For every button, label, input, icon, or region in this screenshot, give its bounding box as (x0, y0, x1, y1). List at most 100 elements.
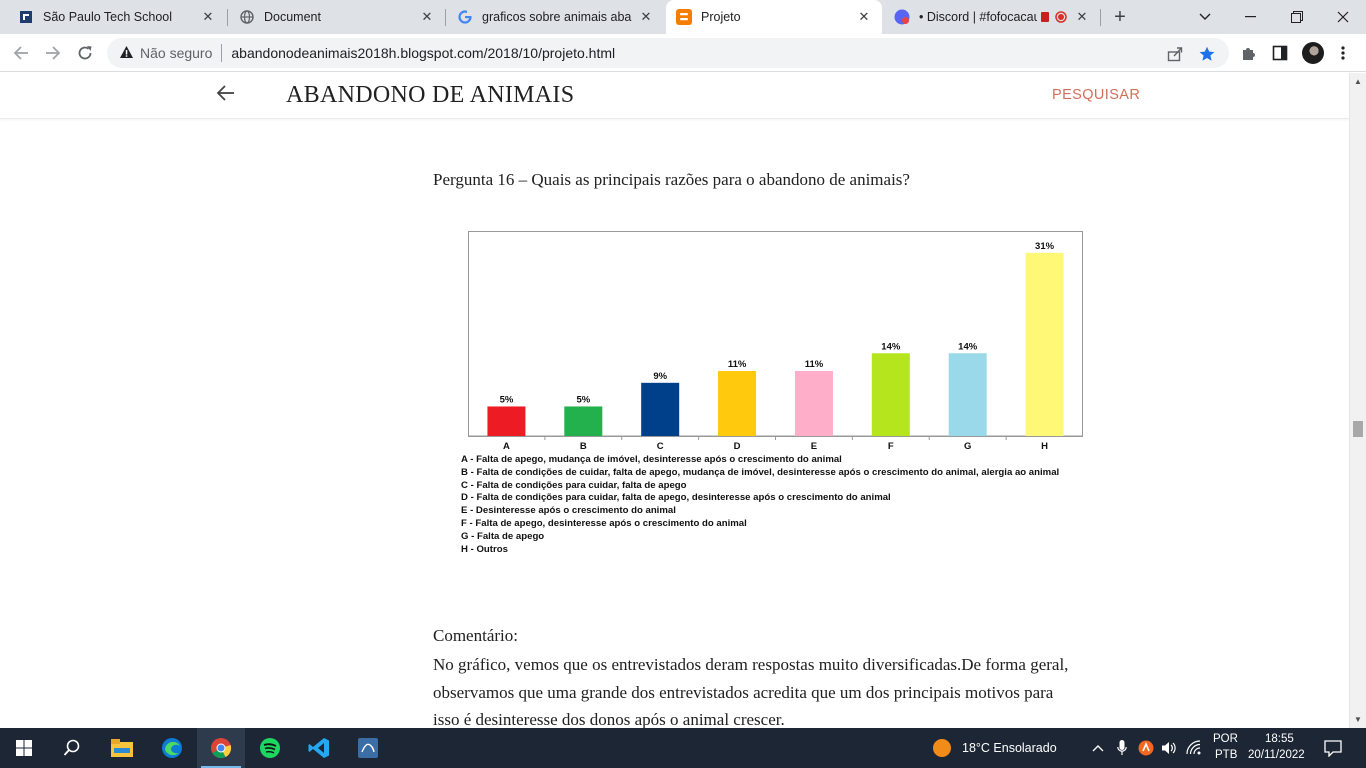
blogger-icon (676, 9, 692, 25)
google-icon (457, 9, 473, 25)
bar-d (718, 371, 757, 436)
minimize-button[interactable] (1228, 0, 1274, 34)
tab-title: São Paulo Tech School (43, 10, 173, 24)
legend-item: G - Falta de apego (461, 530, 545, 542)
bar-e (794, 371, 833, 436)
close-tab-icon[interactable]: ✕ (200, 9, 216, 25)
extensions-puzzle-icon[interactable] (1238, 43, 1258, 63)
bar-value-label: 5% (500, 394, 514, 405)
microphone-icon[interactable] (1114, 740, 1130, 756)
scroll-up-arrow-icon[interactable]: ▲ (1354, 77, 1362, 86)
blog-header: ABANDONO DE ANIMAIS PESQUISAR (0, 73, 1349, 119)
tab-divider (445, 9, 446, 26)
bar-value-label: 11% (805, 359, 824, 370)
clock-time[interactable]: 18:55 (1265, 733, 1294, 745)
bar-f (871, 353, 910, 436)
category-label: B (580, 441, 587, 452)
bar-value-label: 31% (1035, 241, 1055, 252)
restore-button[interactable] (1274, 0, 1320, 34)
weather-text[interactable]: 18°C Ensolarado (962, 741, 1057, 755)
globe-icon (239, 9, 255, 25)
bookmark-star-icon[interactable] (1197, 44, 1217, 64)
bar-chart: 5% A 5% B 9% C 11% D 11% E 14% F 14% G 31% H (468, 241, 1083, 452)
edge-browser-icon[interactable] (148, 728, 196, 768)
close-tab-icon[interactable]: ✕ (1074, 9, 1090, 25)
legend-item: H - Outros (461, 543, 508, 555)
vscode-icon[interactable] (295, 728, 343, 768)
tab-title: Projeto (701, 10, 741, 24)
tab-google-search[interactable]: graficos sobre animais abandonados ✕ (447, 0, 664, 34)
tab-strip: São Paulo Tech School ✕ Document ✕ grafi… (0, 0, 1366, 34)
category-label: C (657, 441, 664, 452)
menu-kebab-icon[interactable] (1333, 43, 1353, 63)
bar-h (1025, 252, 1064, 436)
security-label[interactable]: Não seguro (140, 45, 212, 61)
tab-title: Document (264, 10, 321, 24)
scroll-down-arrow-icon[interactable]: ▼ (1354, 715, 1362, 724)
category-label: D (734, 441, 741, 452)
bar-value-label: 11% (728, 359, 747, 370)
tab-projeto[interactable]: Projeto ✕ (666, 0, 882, 34)
legend-item: B - Falta de condições de cuidar, falta … (461, 466, 1060, 478)
question-heading: Pergunta 16 – Quais as principais razões… (433, 170, 910, 189)
spotify-icon[interactable] (246, 728, 294, 768)
speaker-volume-icon[interactable] (1161, 740, 1177, 756)
scroll-thumb[interactable] (1353, 421, 1363, 437)
weather-sun-icon[interactable] (931, 737, 953, 759)
show-hidden-icons-chevron-icon[interactable] (1090, 740, 1106, 756)
close-tab-icon[interactable]: ✕ (856, 9, 872, 25)
bar-value-label: 14% (958, 341, 978, 352)
bar-b (564, 406, 603, 436)
tab-sptech[interactable]: São Paulo Tech School ✕ (8, 0, 226, 34)
search-link[interactable]: PESQUISAR (1052, 87, 1140, 103)
warning-icon[interactable] (119, 45, 134, 62)
legend-item: F - Falta de apego, desinteresse após o … (461, 517, 747, 529)
avast-antivirus-icon[interactable] (1138, 740, 1154, 756)
bar-g (948, 353, 987, 436)
comment-title: Comentário: (433, 626, 518, 645)
category-label: A (503, 441, 510, 452)
forward-button[interactable] (41, 41, 65, 65)
bar-c (641, 382, 680, 436)
tab-discord[interactable]: • Discord | #fofocacau ✕ (884, 0, 1100, 34)
url-text[interactable]: abandonodeanimais2018h.blogspot.com/2018… (231, 45, 615, 61)
search-icon[interactable] (48, 728, 96, 768)
category-label: F (888, 441, 894, 452)
start-windows-icon[interactable] (0, 728, 48, 768)
legend-item: D - Falta de condições para cuidar, falt… (461, 492, 891, 504)
close-tab-icon[interactable]: ✕ (419, 9, 435, 25)
close-window-button[interactable] (1320, 0, 1366, 34)
tab-divider (1100, 9, 1101, 26)
legend-item: C - Falta de condições para cuidar, falt… (461, 479, 687, 491)
back-button[interactable] (9, 41, 33, 65)
profile-avatar[interactable] (1302, 42, 1324, 64)
bar-value-label: 14% (881, 341, 901, 352)
tab-title: • Discord | #fofocacau (919, 10, 1037, 24)
share-icon[interactable] (1165, 44, 1185, 64)
sptech-icon (18, 9, 34, 25)
file-explorer-icon[interactable] (98, 728, 146, 768)
language-indicator[interactable]: POR (1213, 733, 1238, 745)
close-tab-icon[interactable]: ✕ (638, 9, 654, 25)
chart-legend: A - Falta de apego, mudança de imóvel, d… (461, 454, 1059, 556)
discord-icon (894, 9, 910, 25)
bar-value-label: 9% (653, 371, 667, 382)
address-bar[interactable]: Não seguro abandonodeanimais2018h.blogsp… (107, 38, 1229, 68)
reload-button[interactable] (73, 41, 97, 65)
back-arrow-icon[interactable] (216, 83, 236, 109)
browser-toolbar: Não seguro abandonodeanimais2018h.blogsp… (0, 34, 1366, 72)
keyboard-layout-indicator[interactable]: PTB (1215, 749, 1237, 761)
new-tab-button[interactable]: + (1108, 5, 1132, 29)
tab-document[interactable]: Document ✕ (229, 0, 445, 34)
blog-title[interactable]: ABANDONO DE ANIMAIS (286, 82, 574, 109)
chrome-browser-icon[interactable] (197, 728, 245, 768)
wifi-network-icon[interactable] (1186, 740, 1202, 756)
notification-center-icon[interactable] (1324, 739, 1342, 757)
mysql-workbench-icon[interactable] (344, 728, 392, 768)
tab-divider (227, 9, 228, 26)
tab-search-chevron-icon[interactable] (1182, 0, 1228, 34)
clock-date[interactable]: 20/11/2022 (1248, 749, 1305, 761)
page-scrollbar[interactable]: ▲ ▼ (1349, 73, 1366, 728)
side-panel-icon[interactable] (1270, 43, 1290, 63)
category-label: E (811, 441, 817, 452)
